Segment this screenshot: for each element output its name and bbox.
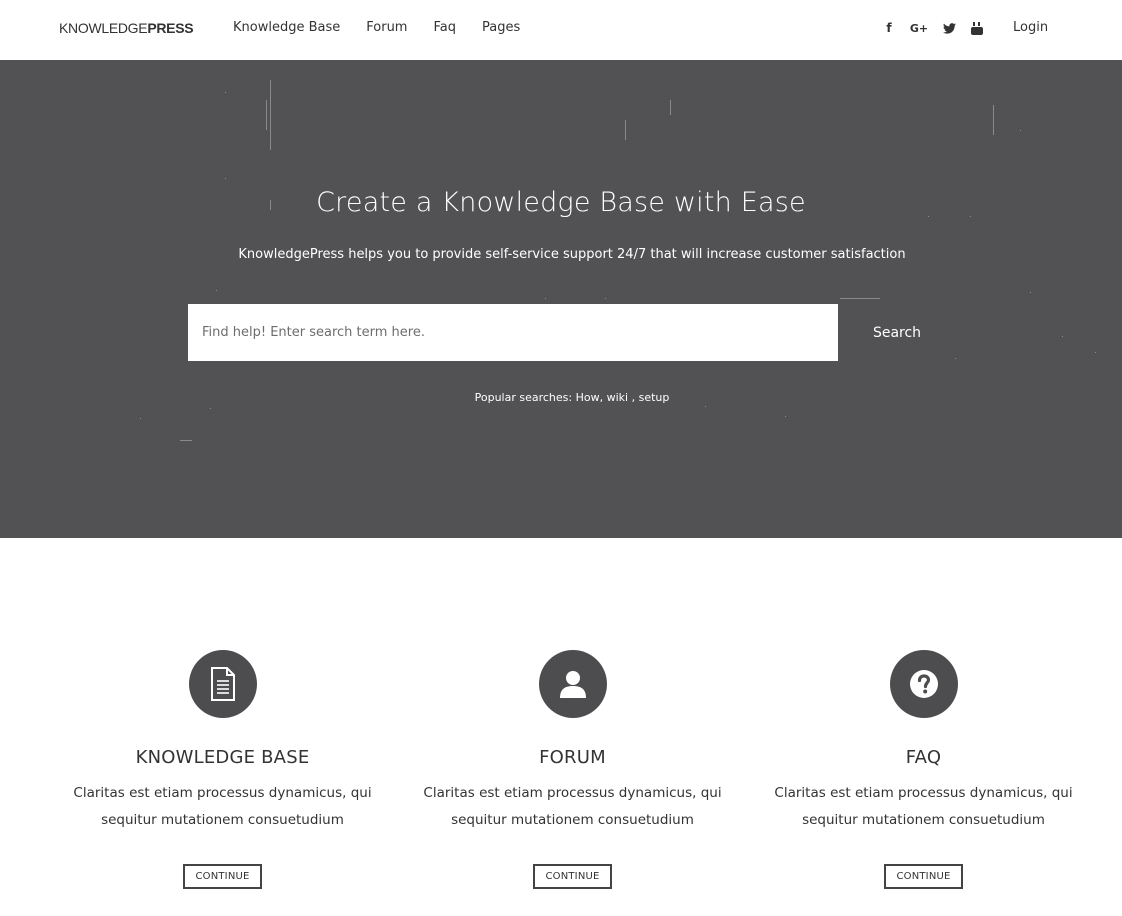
- document-icon: [210, 667, 235, 701]
- feature-knowledge-base: KNOWLEDGE BASE Claritas est etiam proces…: [47, 650, 398, 889]
- feature-icon-circle[interactable]: [889, 650, 958, 718]
- nav-item-knowledge-base[interactable]: Knowledge Base: [233, 20, 340, 35]
- feature-description: Claritas est etiam processus dynamicus, …: [774, 785, 1073, 828]
- continue-button[interactable]: CONTINUE: [533, 864, 612, 889]
- main-nav: Knowledge Base Forum Faq Pages: [233, 20, 546, 35]
- nav-item-pages[interactable]: Pages: [482, 20, 520, 35]
- hero-subtitle: KnowledgePress helps you to provide self…: [238, 247, 906, 262]
- popular-search-wiki[interactable]: wiki: [607, 391, 628, 404]
- user-icon: [559, 671, 586, 698]
- hero-background-dots: [140, 80, 1096, 441]
- continue-button[interactable]: CONTINUE: [884, 864, 963, 889]
- youtube-icon[interactable]: [968, 19, 986, 37]
- logo-light-text: KNOWLEDGE: [59, 20, 148, 36]
- popular-searches: Popular searches: How, wiki , setup: [474, 391, 670, 404]
- hero-title: Create a Knowledge Base with Ease: [316, 187, 806, 218]
- site-header: KNOWLEDGEPRESS Knowledge Base Forum Faq …: [0, 0, 1122, 60]
- feature-icon-circle[interactable]: [188, 650, 257, 718]
- feature-title: FORUM: [539, 747, 606, 768]
- popular-search-how[interactable]: How: [576, 391, 600, 404]
- twitter-icon[interactable]: [940, 19, 958, 37]
- continue-button[interactable]: CONTINUE: [183, 864, 262, 889]
- nav-item-forum[interactable]: Forum: [366, 20, 407, 35]
- feature-title: KNOWLEDGE BASE: [135, 747, 310, 768]
- login-link[interactable]: Login: [1013, 20, 1048, 35]
- popular-search-setup[interactable]: setup: [639, 391, 670, 404]
- logo-bold-text: PRESS: [147, 20, 194, 36]
- search-button[interactable]: Search: [838, 304, 956, 361]
- social-links: f G+: [880, 19, 986, 37]
- feature-description: Claritas est etiam processus dynamicus, …: [73, 785, 372, 828]
- facebook-icon[interactable]: f: [880, 19, 898, 37]
- feature-description: Claritas est etiam processus dynamicus, …: [423, 785, 722, 828]
- feature-title: FAQ: [905, 747, 942, 768]
- question-icon: [909, 670, 938, 698]
- google-plus-icon[interactable]: G+: [908, 19, 930, 37]
- feature-faq: FAQ Claritas est etiam processus dynamic…: [748, 650, 1099, 889]
- popular-searches-label: Popular searches:: [474, 391, 573, 404]
- hero-section: Create a Knowledge Base with Ease Knowle…: [0, 60, 1122, 538]
- site-logo[interactable]: KNOWLEDGEPRESS: [59, 20, 194, 36]
- search-input[interactable]: [188, 304, 838, 361]
- feature-forum: FORUM Claritas est etiam processus dynam…: [397, 650, 748, 889]
- feature-icon-circle[interactable]: [538, 650, 607, 718]
- nav-item-faq[interactable]: Faq: [433, 20, 456, 35]
